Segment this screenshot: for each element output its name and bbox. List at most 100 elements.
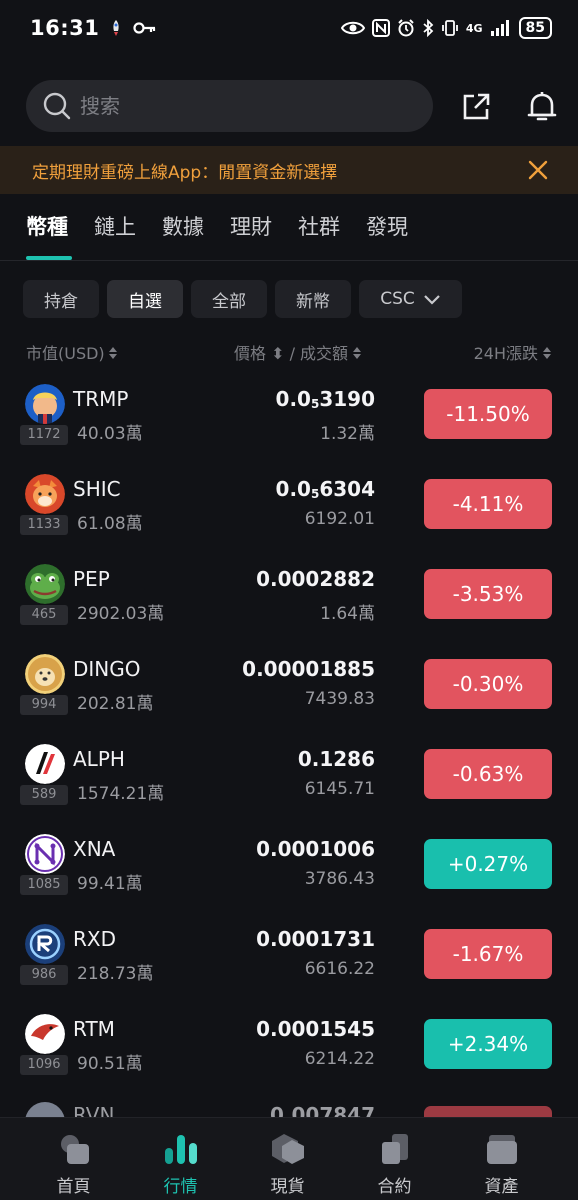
nav-futures[interactable]: 合約 [341,1118,448,1200]
rank-badge: 1096 [20,1055,68,1075]
coin-price: 0.00001885 [242,657,375,681]
coin-row-dingo[interactable]: 994 DINGO 202.81萬 0.00001885 7439.83 -0.30% [0,640,578,730]
sort-change[interactable]: 24H漲跌 [474,340,552,364]
coin-list: 1172 TRMP 40.03萬 0.053190 1.32萬 -11.50% 1133 SH… [0,370,578,1090]
rank-badge: 589 [20,785,68,805]
chevron-down-icon [423,295,440,305]
nav-home[interactable]: 首頁 [20,1118,127,1200]
alarm-icon [398,19,414,37]
change-pill[interactable]: -1.67% [424,929,552,979]
chip-csc-dropdown[interactable]: CSC [359,280,462,318]
bottom-nav: 首頁 行情 現貨 合約 資產 [0,1117,578,1200]
sort-icon [543,347,551,359]
close-icon[interactable] [526,158,550,182]
coin-price: 0.0002882 [256,567,375,591]
tab-discover[interactable]: 發現 [366,204,408,260]
change-pill[interactable]: -4.11% [424,479,552,529]
neurai-icon [25,834,65,874]
coin-row-pep[interactable]: 465 PEP 2902.03萬 0.0002882 1.64萬 -3.53% [0,550,578,640]
tab-data[interactable]: 數據 [162,204,204,260]
battery-indicator: 85 [518,17,552,39]
rank-badge: 1085 [20,875,68,895]
chart-bars-icon [164,1135,197,1164]
coin-row-alph[interactable]: 589 ALPH 1574.21萬 0.1286 6145.71 -0.63% [0,730,578,820]
change-pill[interactable]: -11.50% [424,389,552,439]
search-box[interactable] [26,80,433,132]
coin-market-cap: 40.03萬 [77,424,143,444]
coin-market-cap: 202.81萬 [77,694,154,714]
key-icon [133,22,156,34]
chip-all[interactable]: 全部 [191,280,267,318]
bluetooth-icon [423,19,434,37]
coin-price: 0.053190 [276,387,375,411]
chip-new[interactable]: 新幣 [275,280,351,318]
rank-badge: 986 [20,965,68,985]
coin-symbol: RXD [73,927,116,951]
coin-symbol: XNA [73,837,116,861]
wallet-icon [486,1135,517,1164]
nav-market-label: 行情 [163,1177,198,1197]
coin-row-xna[interactable]: 1085 XNA 99.41萬 0.0001006 3786.43 +0.27% [0,820,578,910]
coin-symbol: DINGO [73,657,141,681]
price-prefix: 0.00001885 [242,657,375,681]
change-header: 24H漲跌 [473,344,538,363]
futures-icon [381,1134,408,1164]
coin-volume: 6145.71 [304,779,375,799]
market-cap-header: 市值(USD) [26,344,105,363]
change-pill[interactable]: -0.63% [424,749,552,799]
coin-market-cap: 2902.03萬 [77,604,165,624]
chip-holdings[interactable]: 持倉 [23,280,99,318]
coin-market-cap: 99.41萬 [77,874,143,894]
rank-badge: 465 [20,605,68,625]
tab-earn[interactable]: 理財 [230,204,272,260]
price-prefix: 0.0001545 [256,1017,375,1041]
sort-icon [108,347,117,359]
coin-market-cap: 61.08萬 [77,514,143,534]
promo-banner[interactable]: 定期理財重磅上線App：閒置資金新選擇 [0,146,578,194]
chip-watchlist[interactable]: 自選 [107,280,183,318]
shiba-icon [25,474,65,514]
external-link-icon [463,93,490,120]
coin-volume: 3786.43 [304,869,375,889]
price-prefix: 0.1286 [297,747,375,771]
coin-volume: 1.32萬 [320,424,375,444]
coin-market-cap: 90.51萬 [77,1054,143,1074]
tab-coins[interactable]: 幣種 [26,204,72,260]
sort-market-cap[interactable]: 市值(USD) [26,340,118,364]
status-time: 16:31 [30,16,100,40]
radiant-icon [25,924,65,964]
coin-symbol: TRMP [73,387,129,411]
price-prefix: 0.0 [275,477,311,501]
coin-volume: 7439.83 [304,689,375,709]
coin-symbol: RTM [73,1017,115,1041]
coin-market-cap: 218.73萬 [77,964,154,984]
coin-volume: 1.64萬 [320,604,375,624]
rank-badge: 994 [20,695,68,715]
coin-symbol: ALPH [73,747,125,771]
tabs-divider [0,260,578,261]
rank-badge: 1172 [20,425,68,445]
coin-row-trmp[interactable]: 1172 TRMP 40.03萬 0.053190 1.32萬 -11.50% [0,370,578,460]
coin-row-rtm[interactable]: 1096 RTM 90.51萬 0.0001545 6214.22 +2.34% [0,1000,578,1090]
trump-face-icon [25,384,65,424]
coin-volume: 6192.01 [304,509,375,529]
sort-price-volume[interactable]: 價格 ⬍ / 成交額 [234,340,362,364]
nav-assets[interactable]: 資產 [448,1118,555,1200]
pepe-frog-icon [25,564,65,604]
change-pill[interactable]: +0.27% [424,839,552,889]
share-button[interactable] [458,89,494,125]
nav-spot[interactable]: 現貨 [234,1118,341,1200]
tab-onchain[interactable]: 鏈上 [94,204,136,260]
tab-community[interactable]: 社群 [298,204,340,260]
price-prefix: 0.0001731 [256,927,375,951]
nav-market[interactable]: 行情 [127,1118,234,1200]
search-input[interactable] [80,94,380,118]
price-prefix: 0.0 [275,387,311,411]
coin-row-shic[interactable]: 1133 SHIC 61.08萬 0.056304 6192.01 -4.11% [0,460,578,550]
change-pill[interactable]: +2.34% [424,1019,552,1069]
change-pill[interactable]: -3.53% [424,569,552,619]
notification-button[interactable] [524,89,560,125]
vibrate-icon [441,20,458,36]
coin-row-rxd[interactable]: 986 RXD 218.73萬 0.0001731 6616.22 -1.67% [0,910,578,1000]
change-pill[interactable]: -0.30% [424,659,552,709]
